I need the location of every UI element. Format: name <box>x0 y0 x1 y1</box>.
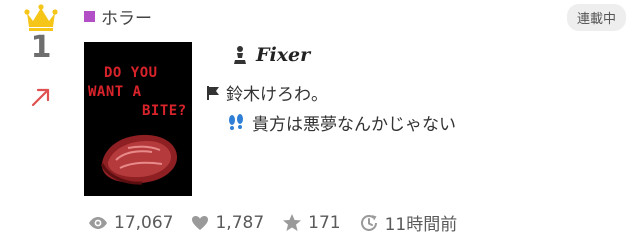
author-name[interactable]: 鈴木けろわ。 <box>226 80 328 105</box>
crown-icon <box>24 3 58 31</box>
rank-number: 1 <box>30 30 52 65</box>
views-stat: 17,067 <box>88 213 173 233</box>
footprints-icon <box>226 113 246 132</box>
genre-label[interactable]: ホラー <box>84 4 152 29</box>
star-icon <box>282 213 302 232</box>
genre-text: ホラー <box>101 9 152 29</box>
stars-count: 171 <box>308 212 341 233</box>
clock-refresh-icon <box>359 213 379 233</box>
cover-image[interactable]: DO YOU WANT A BITE? <box>84 42 192 196</box>
stars-stat: 171 <box>282 212 341 233</box>
status-badge: 連載中 <box>566 4 626 31</box>
work-title-row[interactable]: Fixer <box>232 44 310 66</box>
author-row[interactable]: 鈴木けろわ。 <box>206 80 328 105</box>
work-title[interactable]: Fixer <box>256 44 310 66</box>
cover-line-2: WANT A <box>88 84 142 100</box>
eye-icon <box>88 216 108 230</box>
tagline-row: 貴方は悪夢なんかじゃない <box>226 110 456 135</box>
likes-stat: 1,787 <box>191 213 264 233</box>
cover-line-3: BITE? <box>142 103 187 119</box>
stats-bar: 17,067 1,787 171 11時間前 <box>88 210 465 235</box>
flag-icon <box>206 85 220 101</box>
tagline-text: 貴方は悪夢なんかじゃない <box>252 115 456 135</box>
trend-up-arrow-icon <box>30 86 52 108</box>
meat-illustration <box>100 134 178 185</box>
updated-time: 11時間前 <box>384 215 458 235</box>
genre-color-square <box>84 11 95 22</box>
cover-line-1: DO YOU <box>104 65 158 81</box>
heart-icon <box>191 215 209 231</box>
likes-count: 1,787 <box>215 212 265 233</box>
updated-stat: 11時間前 <box>359 210 458 235</box>
chess-pawn-icon <box>232 45 248 65</box>
views-count: 17,067 <box>114 212 174 233</box>
